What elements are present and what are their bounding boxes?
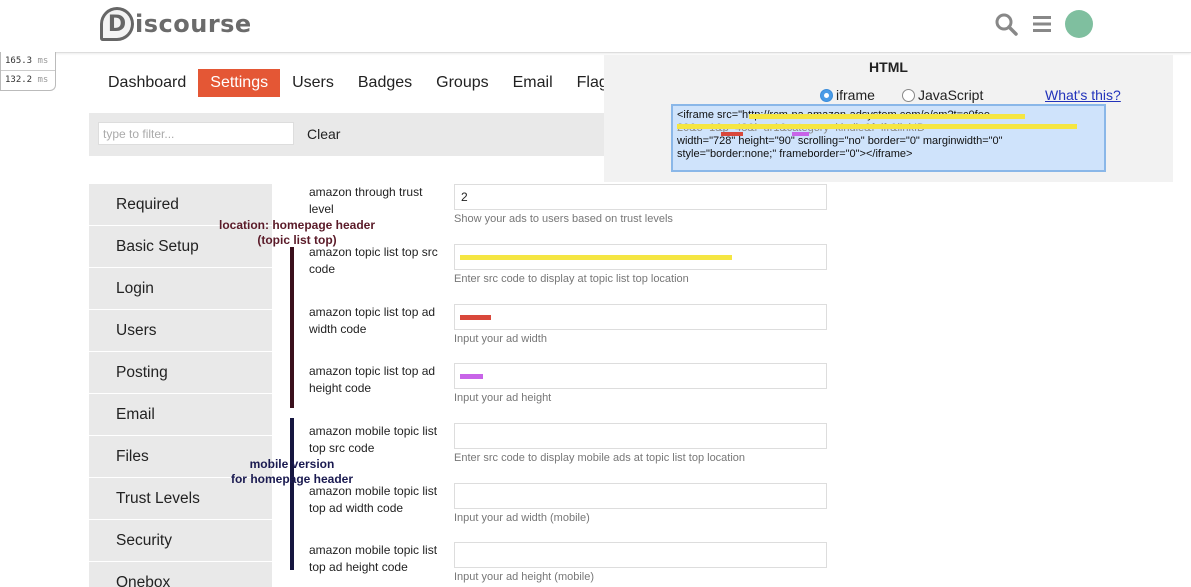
sidebar-item-onebox[interactable]: Onebox xyxy=(89,562,272,587)
search-icon[interactable] xyxy=(994,12,1018,36)
redacted-value-highlight xyxy=(460,255,732,260)
nav-users[interactable]: Users xyxy=(280,69,346,97)
radio-unselected-icon[interactable] xyxy=(902,88,915,102)
profiler-value: 165.3 xyxy=(5,56,33,66)
nav-dashboard[interactable]: Dashboard xyxy=(96,69,198,97)
logo-letter: D xyxy=(100,7,134,41)
redaction-highlight xyxy=(677,124,1077,129)
code-text: width="728" height="90" scrolling="no" b… xyxy=(677,135,1003,147)
profiler-value: 132.2 xyxy=(5,75,33,85)
filter-input[interactable]: type to filter... xyxy=(98,122,294,145)
setting-input[interactable] xyxy=(454,363,827,389)
setting-description: Input your ad height xyxy=(454,392,552,404)
radio-selected-icon[interactable] xyxy=(820,88,833,102)
setting-description: Input your ad width xyxy=(454,333,547,345)
redaction-highlight xyxy=(749,114,1025,119)
annotation-line: location: homepage header xyxy=(218,218,376,232)
setting-description: Enter src code to display mobile ads at … xyxy=(454,452,746,464)
sidebar-item-email[interactable]: Email xyxy=(89,394,272,436)
embed-code-textarea[interactable]: <iframe src="http://rcm-na.amazon-adsyst… xyxy=(671,104,1106,172)
code-line: style="border:none;" frameborder="0"></i… xyxy=(677,148,1100,161)
mobile-group-bar xyxy=(290,418,294,570)
setting-description: Show your ads to users based on trust le… xyxy=(454,213,673,225)
setting-input[interactable] xyxy=(454,483,827,509)
radio-label: iframe xyxy=(836,87,875,103)
code-line: width="728" height="90" scrolling="no" b… xyxy=(677,132,1100,148)
redaction-highlight xyxy=(792,132,809,136)
nav-badges[interactable]: Badges xyxy=(346,69,424,97)
profiler-unit: ms xyxy=(37,75,49,85)
setting-input[interactable] xyxy=(454,244,827,270)
logo-text: iscourse xyxy=(135,10,252,38)
redacted-value-highlight xyxy=(460,315,491,320)
annotation-line: mobile version xyxy=(249,457,335,471)
radio-iframe[interactable]: iframe xyxy=(820,87,875,103)
profiler-unit: ms xyxy=(37,56,49,66)
setting-input[interactable] xyxy=(454,304,827,330)
annotation-line: for homepage header xyxy=(230,472,354,486)
radio-javascript[interactable]: JavaScript xyxy=(902,87,983,103)
nav-groups[interactable]: Groups xyxy=(424,69,500,97)
admin-nav: Dashboard Settings Users Badges Groups E… xyxy=(96,69,628,97)
setting-input[interactable] xyxy=(454,542,827,568)
site-header: D iscourse xyxy=(0,0,1191,53)
sidebar-item-security[interactable]: Security xyxy=(89,520,272,562)
setting-label: amazon mobile topic list top src code xyxy=(309,424,438,455)
code-line: <iframe src="http://rcm-na.amazon-adsyst… xyxy=(677,109,1100,122)
setting-label: amazon through trust level xyxy=(309,185,423,216)
whats-this-link[interactable]: What's this? xyxy=(1045,87,1121,103)
setting-description: Enter src code to display at topic list … xyxy=(454,273,689,285)
popup-title: HTML xyxy=(869,59,908,75)
code-text: style="border:none;" frameborder="0"></i… xyxy=(677,148,913,160)
setting-input[interactable] xyxy=(454,423,827,449)
setting-label: amazon mobile topic list top ad height c… xyxy=(309,543,438,574)
user-avatar[interactable] xyxy=(1065,10,1093,38)
annotation-line: (topic list top) xyxy=(257,233,337,247)
setting-input[interactable]: 2 xyxy=(454,184,827,210)
mini-profiler[interactable]: 165.3 ms 132.2 ms xyxy=(0,52,56,91)
setting-description: Input your ad width (mobile) xyxy=(454,512,590,524)
profiler-entry[interactable]: 165.3 ms xyxy=(1,52,55,71)
homepage-group-bar xyxy=(290,247,294,408)
sidebar-item-users[interactable]: Users xyxy=(89,310,272,352)
html-embed-popup: HTML iframe JavaScript What's this? <ifr… xyxy=(604,55,1173,182)
homepage-header-annotation: location: homepage header (topic list to… xyxy=(218,218,376,248)
setting-label: amazon topic list top src code xyxy=(309,245,438,276)
clear-filter-button[interactable]: Clear xyxy=(307,126,340,142)
mobile-header-annotation: mobile version for homepage header xyxy=(228,457,356,487)
nav-email[interactable]: Email xyxy=(501,69,565,97)
setting-description: Input your ad height (mobile) xyxy=(454,571,595,583)
redacted-value-highlight xyxy=(460,374,483,379)
settings-filter-bar: type to filter... Clear xyxy=(89,113,604,156)
redaction-highlight xyxy=(721,132,743,136)
radio-label: JavaScript xyxy=(918,87,984,103)
discourse-logo[interactable]: D iscourse xyxy=(100,5,252,43)
hamburger-menu-icon[interactable] xyxy=(1031,12,1055,36)
sidebar-item-login[interactable]: Login xyxy=(89,268,272,310)
discourse-admin-page: D iscourse 165.3 ms 132.2 ms Dashboard S… xyxy=(0,0,1191,587)
setting-label: amazon mobile topic list top ad width co… xyxy=(309,484,438,515)
sidebar-item-posting[interactable]: Posting xyxy=(89,352,272,394)
nav-settings[interactable]: Settings xyxy=(198,69,281,97)
setting-label: amazon topic list top ad height code xyxy=(309,364,436,395)
profiler-entry[interactable]: 132.2 ms xyxy=(1,71,55,90)
setting-label: amazon topic list top ad width code xyxy=(309,305,436,336)
